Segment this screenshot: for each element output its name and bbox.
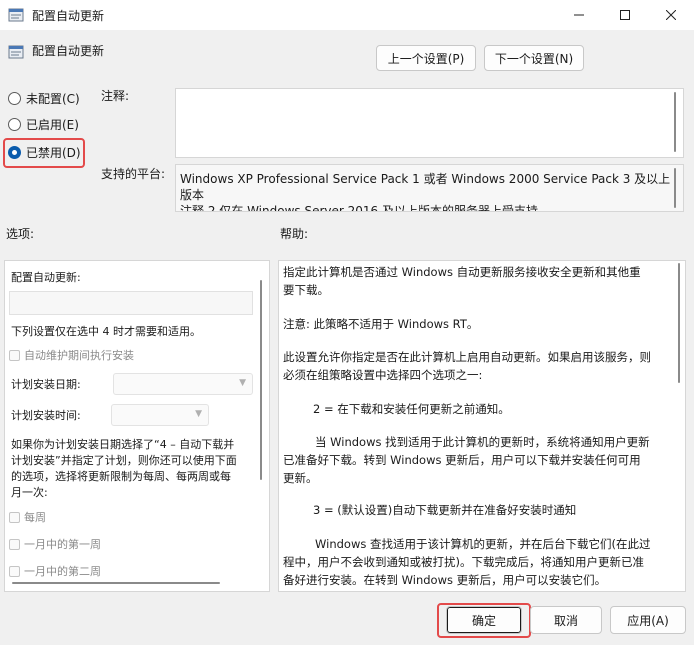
help-paragraph: Windows 查找适用于该计算机的更新，并在后台下载它们(在此过 程中，用户不… xyxy=(283,535,650,589)
platform-line: 版本 xyxy=(180,188,205,202)
window-title: 配置自动更新 xyxy=(32,9,105,23)
radio-enabled[interactable]: 已启用(E) xyxy=(8,114,79,134)
minimize-button[interactable] xyxy=(556,0,602,30)
platform-line: 注释 2 仅在 Windows Server 2016 及以上版本的服务器上受支… xyxy=(180,204,538,212)
help-line: 当 Windows 找到适用于此计算机的更新时，系统将通知用户更新 xyxy=(315,435,650,449)
schedule-time-select[interactable]: ▼ xyxy=(111,404,209,426)
supported-platform-box: Windows XP Professional Service Pack 1 或… xyxy=(175,164,684,212)
help-section-label: 帮助: xyxy=(280,227,309,241)
previous-setting-button[interactable]: 上一个设置(P) xyxy=(376,45,476,71)
comment-label: 注释: xyxy=(101,89,130,103)
minimize-icon xyxy=(574,14,584,16)
help-line: 程中，用户不会收到通知或被打扰)。下载完成后，将通知用户更新已准 xyxy=(283,555,644,569)
cancel-button[interactable]: 取消 xyxy=(530,606,602,634)
options-panel: 配置自动更新: 下列设置仅在选中 4 时才需要和适用。 自动维护期间执行安装 计… xyxy=(4,260,270,592)
maximize-icon xyxy=(620,10,630,20)
help-paragraph: 2 = 在下载和安装任何更新之前通知。 xyxy=(313,402,510,416)
schedule-info-line: 计划安装”并指定了计划，则你还可以使用下面 xyxy=(11,454,237,467)
schedule-day-label: 计划安装日期: xyxy=(11,378,81,391)
help-line: 此设置允许你指定是否在此计算机上启用自动更新。如果启用该服务，则 xyxy=(283,350,651,364)
chevron-down-icon: ▼ xyxy=(239,378,246,388)
schedule-info: 如果你为计划安装日期选择了“4 – 自动下载并 计划安装”并指定了计划，则你还可… xyxy=(11,437,237,501)
platform-scrollbar[interactable] xyxy=(674,168,676,208)
maintenance-label: 自动维护期间执行安装 xyxy=(24,349,134,362)
chevron-down-icon: ▼ xyxy=(195,409,202,419)
selection-highlight xyxy=(3,138,85,168)
schedule-time-label: 计划安装时间: xyxy=(11,409,81,422)
policy-icon xyxy=(8,45,24,59)
help-paragraph: 注意: 此策略不适用于 Windows RT。 xyxy=(283,317,479,331)
help-line: 要下载。 xyxy=(283,283,329,297)
help-line: Windows 查找适用于该计算机的更新，并在后台下载它们(在此过 xyxy=(315,537,651,551)
options-horizontal-scrollbar[interactable] xyxy=(12,582,220,584)
week1-checkbox-row[interactable]: 一月中的第一周 xyxy=(9,536,101,552)
comment-scrollbar[interactable] xyxy=(674,92,676,152)
help-paragraph: 3 = (默认设置)自动下载更新并在准备好安装时通知 xyxy=(313,503,577,517)
help-line: 更新。 xyxy=(283,471,318,485)
week2-label: 一月中的第二周 xyxy=(24,565,101,578)
configure-dropdown[interactable] xyxy=(9,291,253,315)
week2-checkbox-row[interactable]: 一月中的第二周 xyxy=(9,563,101,579)
help-line: 指定此计算机是否通过 Windows 自动更新服务接收安全更新和其他重 xyxy=(283,265,641,279)
apply-button[interactable]: 应用(A) xyxy=(610,606,686,634)
schedule-day-select[interactable]: ▼ xyxy=(113,373,253,395)
checkbox[interactable] xyxy=(9,565,20,577)
radio-circle[interactable] xyxy=(8,117,21,131)
checkbox[interactable] xyxy=(9,349,20,361)
maximize-button[interactable] xyxy=(602,0,648,30)
platform-label: 支持的平台: xyxy=(101,167,166,181)
configure-label: 配置自动更新: xyxy=(11,271,81,284)
help-scrollbar[interactable] xyxy=(678,263,680,383)
maintenance-checkbox-row[interactable]: 自动维护期间执行安装 xyxy=(9,347,134,363)
options-vertical-scrollbar[interactable] xyxy=(260,280,262,480)
ok-button[interactable]: 确定 xyxy=(446,606,522,634)
policy-icon xyxy=(8,8,24,22)
checkbox[interactable] xyxy=(9,511,20,523)
radio-circle[interactable] xyxy=(8,91,21,105)
platform-line: Windows XP Professional Service Pack 1 或… xyxy=(180,172,671,186)
close-button[interactable] xyxy=(648,0,694,30)
radio-label: 未配置(C) xyxy=(26,91,80,106)
schedule-info-line: 如果你为计划安装日期选择了“4 – 自动下载并 xyxy=(11,438,235,451)
schedule-info-line: 月一次: xyxy=(11,486,48,499)
radio-label: 已启用(E) xyxy=(26,117,79,132)
schedule-info-line: 的选项，选择将更新限制为每周、每两周或每 xyxy=(11,470,231,483)
setting-title: 配置自动更新 xyxy=(32,44,105,58)
title-bar: 配置自动更新 xyxy=(0,0,694,30)
help-panel: 指定此计算机是否通过 Windows 自动更新服务接收安全更新和其他重 要下载。… xyxy=(278,260,686,592)
help-paragraph: 此设置允许你指定是否在此计算机上启用自动更新。如果启用该服务，则 必须在组策略设… xyxy=(283,348,651,384)
help-paragraph: 当 Windows 找到适用于此计算机的更新时，系统将通知用户更新 已准备好下载… xyxy=(283,433,650,487)
weekly-checkbox-row[interactable]: 每周 xyxy=(9,509,46,525)
help-paragraph: 指定此计算机是否通过 Windows 自动更新服务接收安全更新和其他重 要下载。 xyxy=(283,263,641,299)
comment-textarea[interactable] xyxy=(175,88,684,158)
close-icon xyxy=(666,10,676,20)
next-setting-button[interactable]: 下一个设置(N) xyxy=(484,45,584,71)
help-line: 已准备好下载。转到 Windows 更新后，用户可以下载并安装任何可用 xyxy=(283,453,641,467)
checkbox[interactable] xyxy=(9,538,20,550)
help-line: 必须在组策略设置中选择四个选项之一: xyxy=(283,368,483,382)
weekly-label: 每周 xyxy=(24,511,46,524)
help-line: 备好进行安装。在转到 Windows 更新后，用户可以安装它们。 xyxy=(283,573,607,587)
radio-not-configured[interactable]: 未配置(C) xyxy=(8,88,80,108)
options-note: 下列设置仅在选中 4 时才需要和适用。 xyxy=(11,325,201,338)
options-section-label: 选项: xyxy=(6,227,35,241)
week1-label: 一月中的第一周 xyxy=(24,538,101,551)
